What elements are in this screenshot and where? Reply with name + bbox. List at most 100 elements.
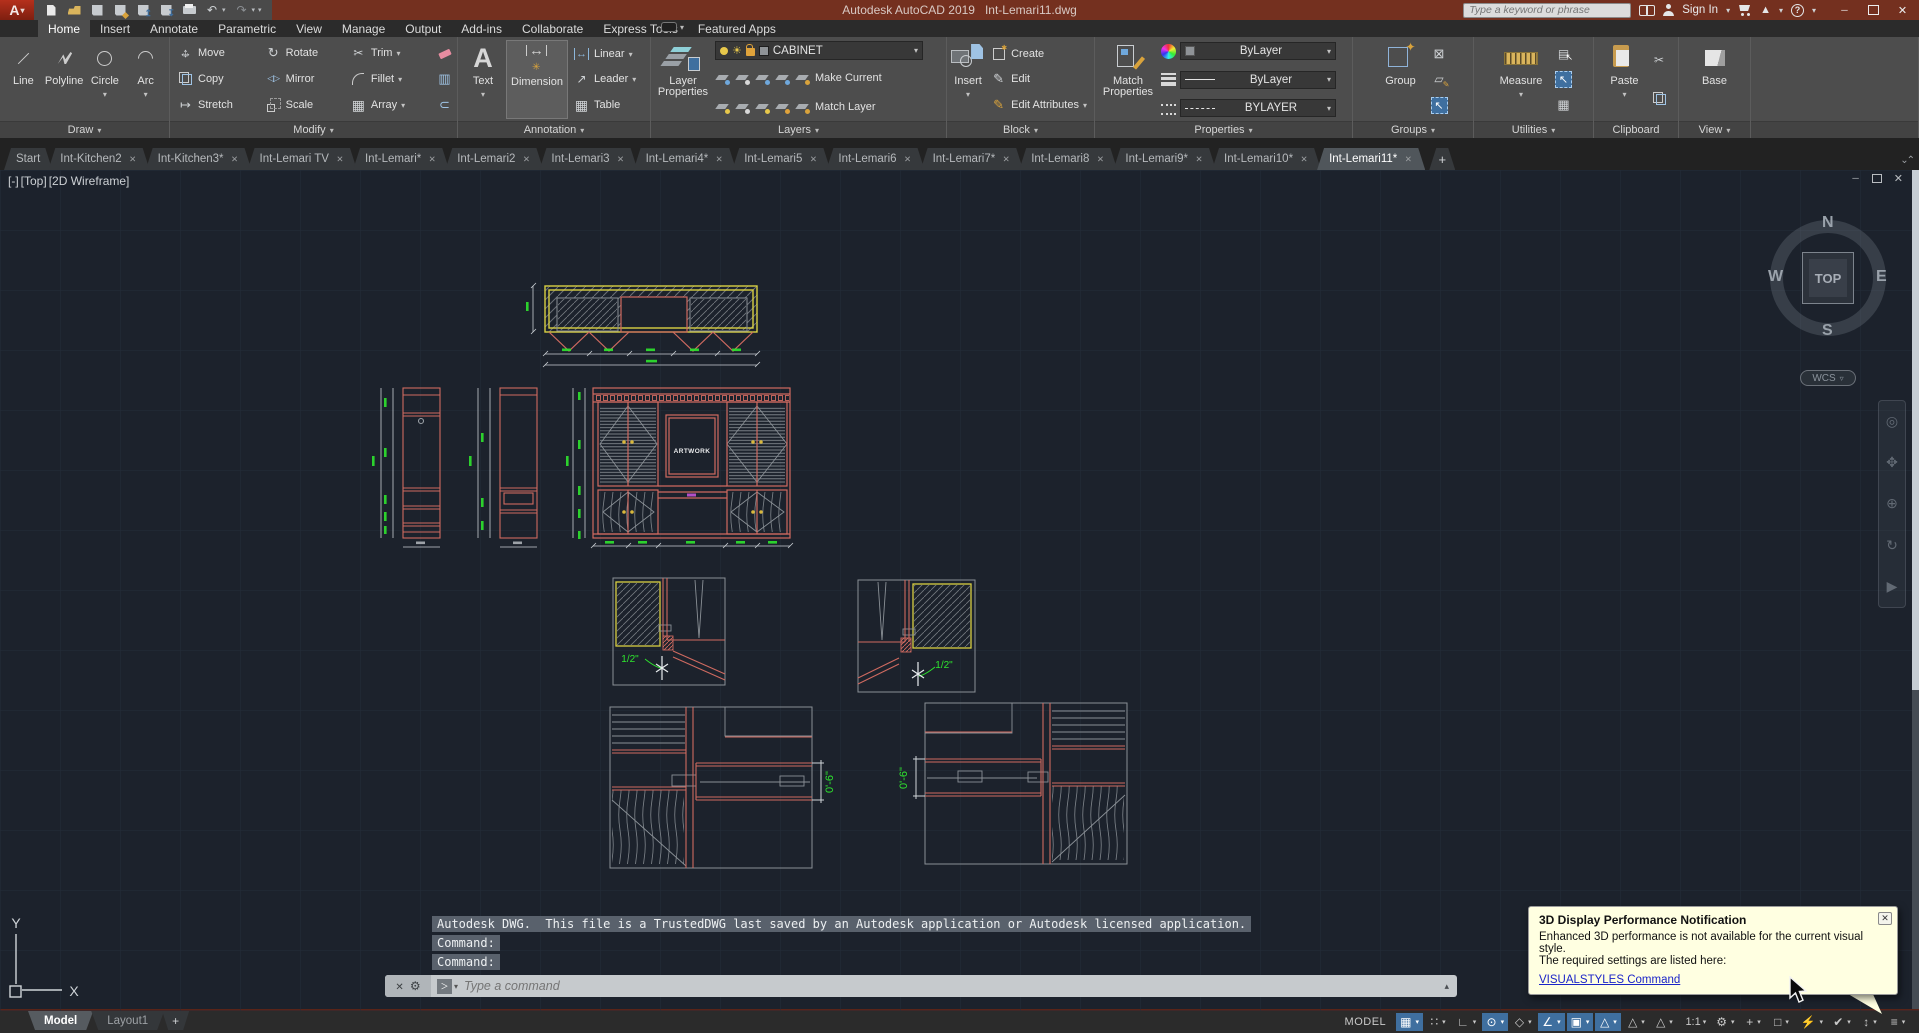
file-tab[interactable]: Int-Lemari TV [248, 148, 357, 170]
new-file-button[interactable] [44, 3, 58, 17]
close-tab-icon[interactable] [128, 153, 138, 165]
close-tab-icon[interactable] [1095, 153, 1105, 165]
make-current-icon[interactable] [795, 72, 810, 85]
annotation-autoscale-toggle[interactable]: △ [1623, 1013, 1649, 1031]
dimension-button[interactable]: Dimension [506, 40, 568, 119]
block-tool-button[interactable]: Create [987, 42, 1090, 66]
layer-select[interactable]: CABINET ▾ [715, 41, 923, 60]
explode-icon[interactable] [436, 97, 453, 114]
layer-tool-icon[interactable] [775, 101, 790, 114]
annotation-tool-button[interactable]: Linear [570, 42, 639, 66]
modify-tool-button[interactable]: Scale [262, 93, 347, 118]
layer-tool-icon[interactable] [775, 72, 790, 85]
layer-on-icon[interactable] [720, 46, 728, 55]
insert-block-button[interactable]: Insert [951, 40, 985, 119]
open-file-button[interactable] [67, 3, 81, 17]
modify-tool-button[interactable]: Move [174, 40, 262, 65]
match-layer-button[interactable]: Match Layer [815, 101, 876, 113]
match-layer-icon[interactable] [795, 101, 810, 114]
navigation-wheel-icon[interactable]: ◎ [1886, 413, 1898, 430]
panel-label-annotation[interactable]: Annotation [458, 121, 650, 138]
ribbon-tab[interactable]: Add-ins [451, 20, 512, 37]
isolate-objects[interactable]: □ [1769, 1013, 1795, 1031]
draw-tool-button[interactable]: Arc [126, 40, 165, 119]
panel-label-view[interactable]: View [1679, 121, 1750, 138]
copy-clip-icon[interactable] [1651, 90, 1668, 107]
modify-tool-button[interactable]: Rotate [262, 40, 347, 65]
chevron-down-icon[interactable]: ▾ [914, 46, 918, 55]
ortho-toggle[interactable]: ∟ [1453, 1013, 1480, 1031]
quick-calculator-icon[interactable] [1555, 97, 1572, 114]
ungroup-icon[interactable] [1431, 45, 1448, 62]
redo-button[interactable] [235, 3, 249, 17]
customize-wrench-icon[interactable] [410, 977, 421, 995]
layer-properties-button[interactable]: Layer Properties [655, 40, 711, 119]
panel-label-clipboard[interactable]: Clipboard [1594, 121, 1678, 138]
close-tab-icon[interactable] [714, 153, 724, 165]
autosnap-tracking-toggle[interactable]: ∠ [1538, 1013, 1565, 1031]
layer-tool-icon[interactable] [735, 101, 750, 114]
base-button[interactable]: Base [1693, 40, 1737, 119]
select-similar-icon[interactable] [1555, 70, 1572, 88]
file-tab[interactable]: Int-Lemari8 [1019, 148, 1117, 170]
drawing-canvas[interactable]: ARTWORK 1/2" 1/2" 0'-6" 0'-6" Y X [-] [T… [0, 170, 1919, 1011]
close-tab-icon[interactable] [903, 153, 913, 165]
save-button[interactable] [90, 3, 104, 17]
model-tab[interactable]: Model [28, 1011, 93, 1030]
download-button[interactable] [159, 3, 175, 19]
close-tab-icon[interactable] [808, 153, 818, 165]
pan-icon[interactable]: ✥ [1886, 454, 1898, 471]
annotation-scale[interactable]: 1:1 [1679, 1013, 1710, 1031]
scrollbar-thumb[interactable] [1912, 170, 1919, 690]
new-drawing-tab-button[interactable] [1429, 148, 1455, 170]
close-notification-icon[interactable] [1878, 912, 1892, 925]
view-menu[interactable]: [Top] [21, 174, 47, 188]
block-tool-button[interactable]: Edit Attributes [987, 93, 1090, 117]
close-tab-icon[interactable] [616, 153, 626, 165]
vertical-scrollbar[interactable] [1912, 170, 1919, 1009]
layer-tool-icon[interactable] [715, 101, 730, 114]
sign-in-caret-icon[interactable]: ▾ [1726, 6, 1730, 15]
save-status[interactable]: ✔ [1829, 1013, 1855, 1031]
close-tab-icon[interactable] [1194, 153, 1204, 165]
command-input[interactable] [462, 978, 1445, 994]
quick-select-icon[interactable] [1555, 45, 1573, 63]
erase-icon[interactable] [436, 45, 453, 62]
linetype-select[interactable]: BYLAYER ▾ [1180, 99, 1336, 117]
ribbon-tab[interactable]: Parametric [208, 20, 286, 37]
viewcube-top-face[interactable]: TOP [1802, 252, 1854, 304]
layer-tool-icon[interactable] [735, 72, 750, 85]
file-tab[interactable]: Int-Lemari7* [921, 148, 1024, 170]
panel-label-draw[interactable]: Draw [0, 121, 169, 138]
paste-button[interactable]: Paste [1605, 40, 1645, 119]
orbit-icon[interactable]: ↻ [1886, 537, 1898, 554]
chevron-down-icon[interactable]: ▾ [454, 982, 458, 991]
upload-button[interactable] [136, 3, 152, 19]
viewport-menu[interactable]: [-] [8, 174, 19, 188]
close-tab-icon[interactable] [1403, 153, 1413, 165]
file-tab[interactable]: Int-Lemari5 [732, 148, 830, 170]
close-drawing-icon[interactable] [1894, 172, 1903, 185]
ribbon-tab[interactable]: Annotate [140, 20, 208, 37]
close-tab-icon[interactable] [335, 153, 345, 165]
file-tab[interactable]: Int-Lemari3 [539, 148, 637, 170]
modify-tool-button[interactable]: Array [347, 93, 434, 118]
layer-unlock-icon[interactable] [745, 44, 755, 56]
help-caret-icon[interactable]: ▾ [1812, 6, 1816, 15]
measure-button[interactable]: Measure [1495, 40, 1547, 119]
layer-thaw-icon[interactable] [732, 44, 742, 57]
close-tab-icon[interactable] [521, 153, 531, 165]
tab-overflow-icon[interactable] [1900, 155, 1913, 166]
snap-toggle[interactable]: ∷ [1425, 1013, 1451, 1031]
redo-caret-icon[interactable]: ▾ [252, 6, 256, 14]
command-line-grip[interactable] [385, 975, 431, 997]
app-store-caret-icon[interactable]: ▾ [1779, 6, 1783, 15]
draw-tool-button[interactable]: Polyline [45, 40, 84, 119]
clean-screen[interactable]: ↕ [1857, 1013, 1883, 1031]
annotation-tool-button[interactable]: Table [570, 93, 639, 117]
draw-tool-button[interactable]: Circle [86, 40, 125, 119]
app-store-icon[interactable]: ▲ [1760, 4, 1771, 16]
layer-tool-icon[interactable] [715, 72, 730, 85]
group-edit-icon[interactable] [1431, 71, 1450, 89]
linetype-icon[interactable] [1161, 103, 1176, 115]
